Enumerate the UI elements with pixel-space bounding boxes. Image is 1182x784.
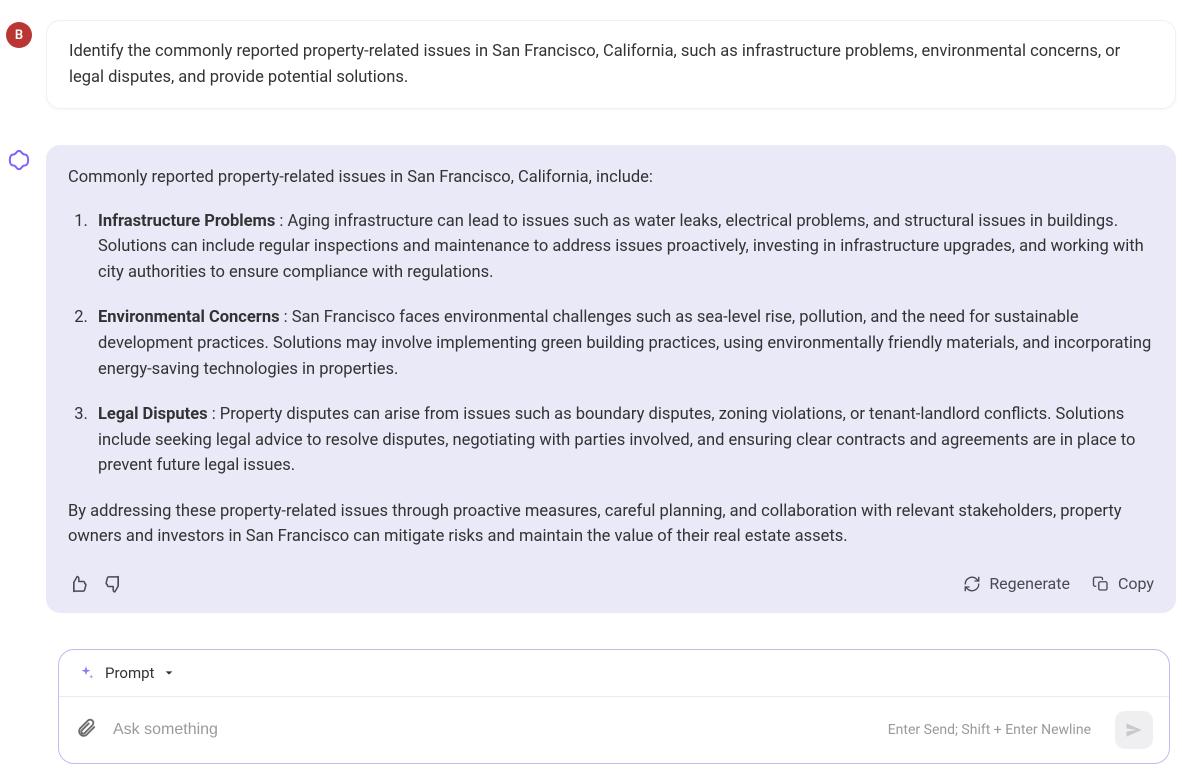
prompt-selector[interactable]: Prompt (59, 650, 1169, 697)
thumbs-up-button[interactable] (68, 574, 88, 594)
thumbs-down-icon (104, 574, 124, 594)
regenerate-label: Regenerate (989, 572, 1070, 597)
ai-logo-icon (8, 149, 30, 171)
paperclip-icon (75, 717, 97, 739)
message-input[interactable] (113, 721, 872, 739)
prompt-label: Prompt (105, 664, 154, 682)
attach-button[interactable] (75, 717, 97, 743)
user-message-row: B Identify the commonly reported propert… (6, 20, 1176, 109)
ai-list: Infrastructure Problems : Aging infrastr… (68, 209, 1154, 479)
input-area: Prompt Enter Send; Shift + Enter Newline (58, 649, 1170, 764)
thumbs-up-icon (68, 574, 88, 594)
ai-message: Commonly reported property-related issue… (46, 145, 1176, 613)
list-item: Environmental Concerns : San Francisco f… (92, 305, 1154, 382)
ai-message-row: Commonly reported property-related issue… (6, 145, 1176, 613)
regenerate-icon (963, 575, 981, 593)
input-hint: Enter Send; Shift + Enter Newline (888, 722, 1091, 738)
list-item: Infrastructure Problems : Aging infrastr… (92, 209, 1154, 286)
sparkle-icon (77, 664, 95, 682)
send-button[interactable] (1115, 711, 1153, 749)
ai-intro-text: Commonly reported property-related issue… (68, 165, 1154, 191)
ai-outro-text: By addressing these property-related iss… (68, 499, 1154, 550)
user-message: Identify the commonly reported property-… (46, 20, 1176, 109)
copy-button[interactable]: Copy (1092, 572, 1154, 597)
thumbs-down-button[interactable] (104, 574, 124, 594)
chevron-down-icon (164, 668, 174, 678)
list-item: Legal Disputes : Property disputes can a… (92, 402, 1154, 479)
copy-icon (1092, 575, 1110, 593)
regenerate-button[interactable]: Regenerate (963, 572, 1070, 597)
send-icon (1124, 720, 1144, 740)
action-bar: Regenerate Copy (68, 572, 1154, 597)
copy-label: Copy (1118, 572, 1154, 597)
ai-avatar (6, 147, 32, 173)
user-avatar: B (6, 22, 32, 48)
